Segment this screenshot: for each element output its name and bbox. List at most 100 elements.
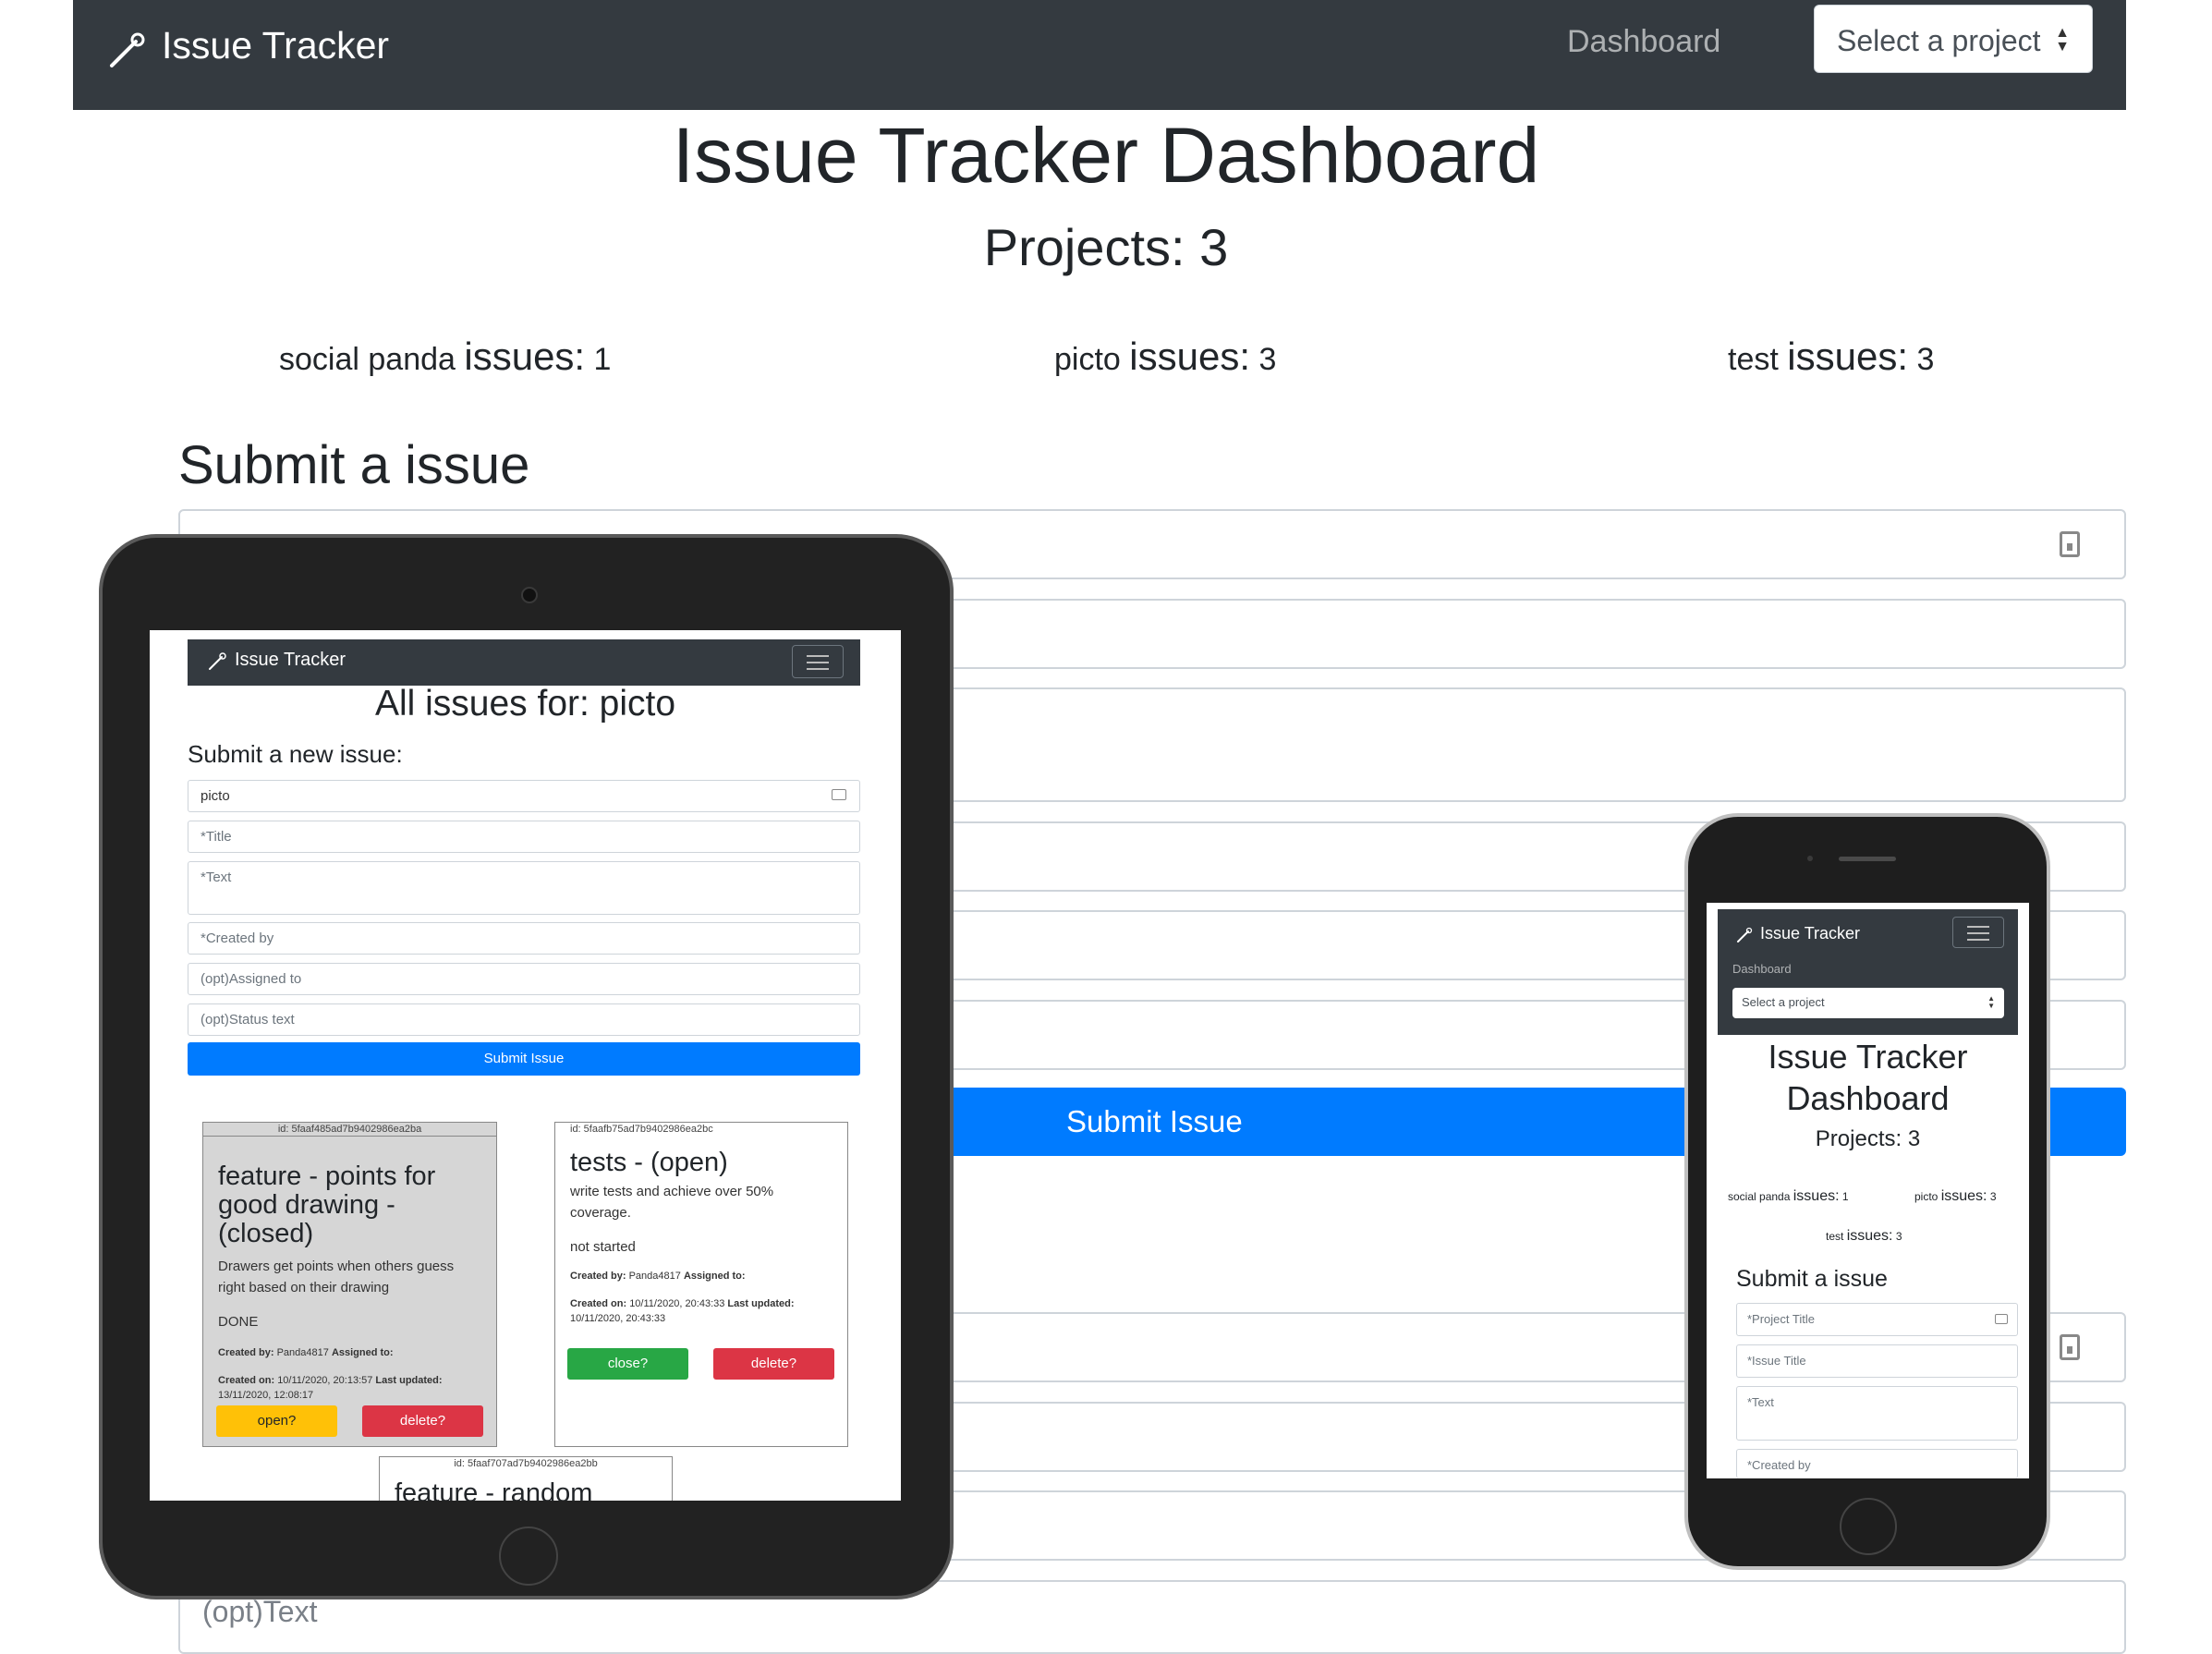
title-line: Issue Tracker [1768,1038,1968,1076]
tablet-project-input[interactable]: picto [188,780,860,812]
tablet-title-input[interactable]: *Title [188,821,860,853]
phone-speaker [1839,857,1896,861]
phone-issue-title-input[interactable]: *Issue Title [1736,1344,2018,1378]
issue-status: not started [570,1239,636,1255]
phone-project-select[interactable]: Select a project ▲ ▼ [1732,988,2004,1018]
phone-created-by-input[interactable]: *Created by [1736,1449,2018,1478]
input-placeholder: *Project Title [1747,1312,1815,1326]
navbar-brand[interactable]: Issue Tracker [162,24,389,67]
select-caret-icon: ▲ ▼ [2055,25,2070,55]
phone-project-picto[interactable]: picto issues: 3 [1914,1188,1997,1205]
issues-count: 1 [593,342,612,377]
phone-project-social-panda[interactable]: social panda issues: 1 [1728,1188,1849,1205]
input-placeholder: *Created by [201,930,274,946]
issue-id: id: 5faaf485ad7b9402986ea2ba [203,1123,496,1137]
issue-created-by: Created by: Panda4817 Assigned to: [570,1271,746,1282]
project-summary-social-panda[interactable]: social panda issues: 1 [279,334,611,379]
issues-count: 3 [1916,342,1935,377]
input-value: picto [201,788,230,804]
issues-count: 1 [1841,1190,1849,1203]
issue-created-by: Created by: Panda4817 Assigned to: [218,1347,394,1358]
wrench-icon [1737,927,1753,943]
phone-submit-heading: Submit a issue [1736,1266,1888,1292]
tablet-status-text-input[interactable]: (opt)Status text [188,1003,860,1036]
tablet-brand[interactable]: Issue Tracker [235,650,346,671]
project-name: social panda [279,342,456,377]
contact-card-icon [2060,1334,2080,1360]
wrench-icon [209,652,226,670]
input-placeholder: *Title [201,829,232,845]
phone-projects-count: Projects: 3 [1815,1126,1921,1151]
issues-count: 3 [1258,342,1277,377]
hamburger-menu-icon[interactable] [792,645,844,678]
phone-text-input[interactable]: *Text [1736,1386,2018,1441]
phone-home-button [1840,1498,1897,1555]
project-select-value: Select a project [1742,995,1825,1009]
issues-label: issues: [1846,1228,1893,1244]
phone-project-title-input[interactable]: *Project Title [1736,1303,2018,1336]
issue-status: DONE [218,1314,259,1330]
tablet-created-by-input[interactable]: *Created by [188,922,860,955]
phone-project-test[interactable]: test issues: 3 [1826,1228,1902,1245]
contact-card-icon [1995,1314,2008,1324]
issue-id: id: 5faafb75ad7b9402986ea2bc [570,1124,713,1135]
close-button[interactable]: close? [567,1348,688,1380]
issues-label: issues: [1940,1188,1987,1204]
project-select-value: Select a project [1837,24,2041,57]
reopen-button[interactable]: open? [216,1405,337,1437]
tablet-subtitle: Submit a new issue: [188,740,403,768]
submit-issue-label: Submit Issue [1066,1104,1243,1138]
nav-link-dashboard[interactable]: Dashboard [1567,24,1720,60]
input-placeholder: (opt)Status text [201,1012,295,1028]
contact-card-icon [2060,531,2080,557]
issues-count: 3 [1989,1190,1997,1203]
input-placeholder: *Text [201,870,232,885]
input-placeholder: *Created by [1747,1458,1811,1472]
tablet-home-button [499,1526,558,1586]
input-placeholder: (opt)Assigned to [201,971,302,987]
project-name: picto [1054,342,1121,377]
project-summary-picto[interactable]: picto issues: 3 [1054,334,1276,379]
tablet-camera [521,587,538,603]
issues-label: issues: [1787,334,1908,378]
issue-text: Drawers get points when others guess rig… [218,1259,455,1295]
phone-camera [1807,856,1813,861]
tablet-assigned-to-input[interactable]: (opt)Assigned to [188,963,860,995]
phone-nav-dashboard[interactable]: Dashboard [1732,962,1792,976]
input-placeholder: *Text [1747,1395,1774,1409]
issue-dates: Created on: 10/11/2020, 20:13:57 Last up… [218,1375,443,1401]
delete-button[interactable]: delete? [362,1405,483,1437]
issue-card: id: 5faafb75ad7b9402986ea2bc tests - (op… [554,1122,848,1447]
tablet-submit-button[interactable]: Submit Issue [188,1042,860,1076]
page-title: Issue Tracker Dashboard [672,112,1540,199]
project-summary-test[interactable]: test issues: 3 [1728,334,1934,379]
contact-card-icon [832,789,846,800]
issues-label: issues: [464,334,586,378]
tablet-page-title: All issues for: picto [374,684,676,724]
title-line: Dashboard [1786,1079,1950,1117]
issue-title: feature - random [395,1478,593,1502]
phone-page-title: Issue Tracker Dashboard [1707,1036,2029,1119]
issue-title: feature - points for good drawing - (clo… [218,1161,436,1248]
select-caret-icon: ▲ ▼ [1987,994,1995,1010]
hamburger-menu-icon[interactable] [1952,917,2004,948]
issue-dates: Created on: 10/11/2020, 20:43:33 Last up… [570,1298,795,1324]
submit-heading: Submit a issue [178,435,530,495]
phone-brand[interactable]: Issue Tracker [1760,924,1860,943]
issues-label: issues: [1129,334,1250,378]
wrench-icon [110,32,145,67]
issue-card: id: 5faaf707ad7b9402986ea2bb feature - r… [379,1456,673,1501]
project-name: social panda [1728,1190,1791,1203]
project-select[interactable]: Select a project ▲ ▼ [1814,5,2093,73]
input-placeholder: *Issue Title [1747,1354,1806,1368]
projects-count: Projects: 3 [983,218,1229,276]
issues-count: 3 [1895,1230,1902,1243]
tablet-text-input[interactable]: *Text [188,861,860,915]
project-name: picto [1914,1190,1939,1203]
issue-title: tests - (open) [570,1148,728,1177]
project-name: test [1826,1230,1844,1243]
delete-button[interactable]: delete? [713,1348,834,1380]
issue-card: id: 5faaf485ad7b9402986ea2ba feature - p… [202,1122,497,1447]
issues-label: issues: [1793,1188,1840,1204]
project-name: test [1728,342,1779,377]
